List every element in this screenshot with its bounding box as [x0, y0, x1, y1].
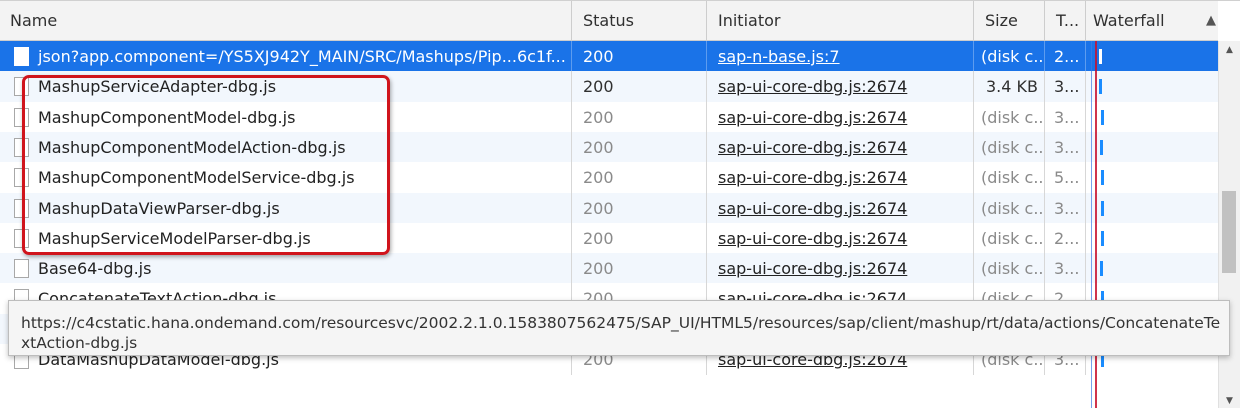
request-time: 3... — [1046, 101, 1086, 133]
scroll-thumb[interactable] — [1222, 191, 1236, 273]
request-waterfall — [1087, 41, 1218, 72]
request-waterfall — [1087, 223, 1218, 254]
request-waterfall — [1087, 102, 1218, 133]
initiator-link[interactable]: sap-n-base.js:7 — [718, 47, 840, 66]
request-status: 200 — [573, 162, 707, 194]
initiator-link[interactable]: sap-ui-core-dbg.js:2674 — [718, 199, 907, 218]
request-waterfall — [1087, 132, 1218, 163]
file-icon — [14, 259, 29, 279]
waterfall-bar — [1099, 79, 1102, 95]
column-header-waterfall[interactable]: Waterfall — [1087, 1, 1218, 40]
waterfall-bar — [1101, 170, 1104, 186]
request-size: 3.4 KB — [975, 71, 1045, 103]
waterfall-bar — [1101, 200, 1104, 216]
request-time: 3... — [1046, 71, 1086, 103]
request-time: 2... — [1046, 222, 1086, 254]
initiator-link[interactable]: sap-ui-core-dbg.js:2674 — [718, 108, 907, 127]
column-header-name[interactable]: Name — [0, 1, 572, 40]
request-name: json?app.component=/YS5XJ942Y_MAIN/SRC/M… — [0, 41, 572, 72]
waterfall-bar — [1100, 261, 1103, 277]
request-size: (disk c... — [975, 162, 1045, 194]
initiator-link[interactable]: sap-ui-core-dbg.js:2674 — [718, 138, 907, 157]
network-panel: Name Status Initiator Size T... Waterfal… — [0, 0, 1240, 408]
request-waterfall — [1087, 71, 1218, 102]
request-size: (disk c... — [975, 101, 1045, 133]
request-time: 3... — [1046, 192, 1086, 224]
request-initiator: sap-ui-core-dbg.js:2674 — [708, 71, 974, 103]
request-time: 3... — [1046, 253, 1086, 285]
request-initiator: sap-ui-core-dbg.js:2674 — [708, 101, 974, 133]
request-waterfall — [1087, 193, 1218, 224]
request-name-text: Base64-dbg.js — [38, 259, 152, 279]
request-status: 200 — [573, 71, 707, 103]
waterfall-bar — [1101, 230, 1104, 246]
request-name-text: json?app.component=/YS5XJ942Y_MAIN/SRC/M… — [38, 47, 566, 66]
request-status: 200 — [573, 192, 707, 224]
request-waterfall — [1087, 162, 1218, 193]
request-time: 2... — [1046, 41, 1086, 72]
waterfall-bar — [1099, 49, 1102, 64]
url-tooltip: https://c4cstatic.hana.ondemand.com/reso… — [8, 300, 1230, 356]
sort-ascending-icon[interactable]: ▲ — [1206, 1, 1216, 41]
request-status: 200 — [573, 253, 707, 285]
scroll-up-arrow-icon[interactable]: ▲ — [1226, 45, 1233, 55]
request-size: (disk c... — [975, 222, 1045, 254]
request-status: 200 — [573, 222, 707, 254]
request-status: 200 — [573, 41, 707, 72]
request-time: 5... — [1046, 162, 1086, 194]
request-initiator: sap-ui-core-dbg.js:2674 — [708, 192, 974, 224]
request-status: 200 — [573, 131, 707, 163]
request-initiator: sap-ui-core-dbg.js:2674 — [708, 131, 974, 163]
initiator-link[interactable]: sap-ui-core-dbg.js:2674 — [718, 77, 907, 96]
file-icon — [14, 47, 29, 66]
column-header-status[interactable]: Status — [573, 1, 707, 40]
column-header-time[interactable]: T... — [1046, 1, 1086, 40]
request-initiator: sap-ui-core-dbg.js:2674 — [708, 222, 974, 254]
initiator-link[interactable]: sap-ui-core-dbg.js:2674 — [718, 168, 907, 187]
waterfall-bar — [1100, 139, 1103, 155]
request-waterfall — [1087, 253, 1218, 284]
request-size: (disk c... — [975, 253, 1045, 285]
request-status: 200 — [573, 101, 707, 133]
column-header-size[interactable]: Size — [975, 1, 1045, 40]
request-size: (disk c... — [975, 131, 1045, 163]
request-initiator: sap-n-base.js:7 — [708, 41, 974, 72]
table-row[interactable]: Base64-dbg.js 200 sap-ui-core-dbg.js:2674 (… — [0, 253, 1218, 285]
request-initiator: sap-ui-core-dbg.js:2674 — [708, 162, 974, 194]
waterfall-bar — [1101, 109, 1104, 125]
request-initiator: sap-ui-core-dbg.js:2674 — [708, 253, 974, 285]
request-size: (disk c... — [975, 41, 1045, 72]
request-size: (disk c... — [975, 192, 1045, 224]
request-time: 3... — [1046, 131, 1086, 163]
initiator-link[interactable]: sap-ui-core-dbg.js:2674 — [718, 259, 907, 278]
table-row[interactable]: json?app.component=/YS5XJ942Y_MAIN/SRC/M… — [0, 41, 1218, 72]
annotation-highlight-box — [22, 75, 390, 255]
scroll-down-arrow-icon[interactable]: ▼ — [1226, 396, 1233, 406]
column-header-initiator[interactable]: Initiator — [708, 1, 974, 40]
initiator-link[interactable]: sap-ui-core-dbg.js:2674 — [718, 229, 907, 248]
network-table-header: Name Status Initiator Size T... Waterfal… — [0, 1, 1218, 41]
request-name: Base64-dbg.js — [0, 253, 572, 285]
